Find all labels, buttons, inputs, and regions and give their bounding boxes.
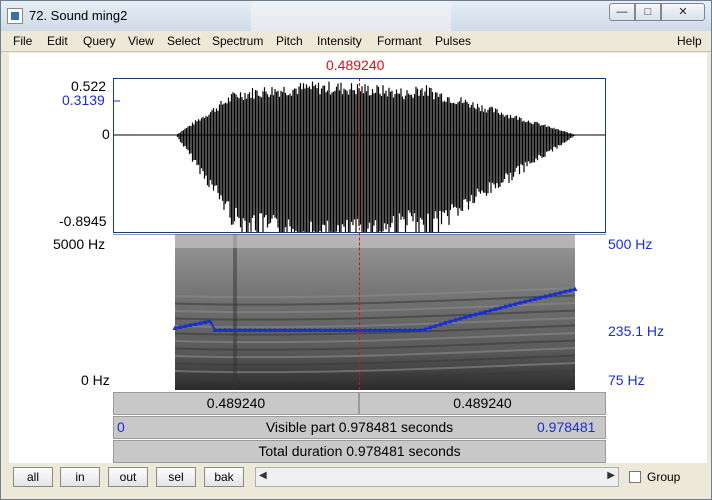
menu-file[interactable]: File [13, 34, 32, 48]
waveform-svg [114, 81, 605, 232]
menu-edit[interactable]: Edit [47, 34, 68, 48]
time-segment-right-label: 0.489240 [453, 395, 512, 411]
pitch-max-label: 500 Hz [608, 236, 653, 252]
waveform-cursor-amp-label: 0.3139 [62, 92, 105, 108]
bak-button[interactable]: bak [204, 467, 244, 487]
freq-min-label: 0 Hz [81, 372, 110, 388]
total-duration-bar[interactable]: Total duration 0.978481 seconds [113, 440, 606, 463]
menu-view[interactable]: View [128, 34, 154, 48]
window-title: 72. Sound ming2 [29, 8, 128, 23]
sel-button[interactable]: sel [156, 467, 196, 487]
maximize-button[interactable]: □ [635, 3, 661, 21]
time-scrollbar[interactable]: ◀ ▶ [255, 467, 619, 487]
app-icon [7, 8, 23, 24]
praat-sound-window: 72. Sound ming2 — □ ✕ File Edit Query Vi… [0, 0, 712, 500]
cursor-line [359, 78, 360, 390]
waveform-min-label: -0.8945 [59, 213, 107, 229]
visible-part-label: Visible part 0.978481 seconds [265, 419, 454, 435]
scroll-right-icon[interactable]: ▶ [607, 470, 615, 481]
menu-intensity[interactable]: Intensity [317, 34, 362, 48]
menu-help[interactable]: Help [677, 34, 702, 48]
time-segment-right[interactable]: 0.489240 [359, 392, 606, 415]
group-checkbox[interactable] [629, 471, 641, 483]
waveform-trace [114, 81, 605, 232]
visible-end-label: 0.978481 [537, 419, 596, 435]
cursor-time-label: 0.489240 [326, 57, 385, 73]
menu-pulses[interactable]: Pulses [435, 34, 471, 48]
group-label: Group [647, 470, 681, 484]
close-button[interactable]: ✕ [661, 3, 705, 21]
time-segment-left-label: 0.489240 [206, 395, 266, 411]
background-window-strip [251, 1, 451, 31]
menu-formant[interactable]: Formant [377, 34, 422, 48]
time-segment-left[interactable]: 0.489240 [113, 392, 359, 415]
freq-max-label: 5000 Hz [53, 236, 106, 252]
in-button[interactable]: in [60, 467, 100, 487]
menu-pitch[interactable]: Pitch [276, 34, 303, 48]
pitch-min-label: 75 Hz [608, 372, 645, 388]
minimize-button[interactable]: — [609, 3, 635, 21]
pitch-cursor-label: 235.1 Hz [608, 323, 665, 339]
menu-spectrum[interactable]: Spectrum [212, 34, 263, 48]
visible-part-bar[interactable]: Visible part 0.978481 seconds [113, 416, 606, 439]
all-button[interactable]: all [13, 467, 53, 487]
spectrogram-high-band [175, 234, 575, 248]
title-bar: 72. Sound ming2 — □ ✕ [1, 1, 711, 31]
menu-bar: File Edit Query View Select Spectrum Pit… [1, 31, 711, 52]
visible-start-label: 0 [117, 419, 125, 435]
menu-query[interactable]: Query [83, 34, 116, 48]
menu-select[interactable]: Select [167, 34, 200, 48]
total-duration-label: Total duration 0.978481 seconds [258, 443, 461, 459]
scroll-left-icon[interactable]: ◀ [259, 470, 267, 481]
bottom-toolbar: all in out sel bak ◀ ▶ Group [1, 463, 711, 499]
waveform-zero-label: 0 [102, 126, 110, 142]
out-button[interactable]: out [108, 467, 148, 487]
